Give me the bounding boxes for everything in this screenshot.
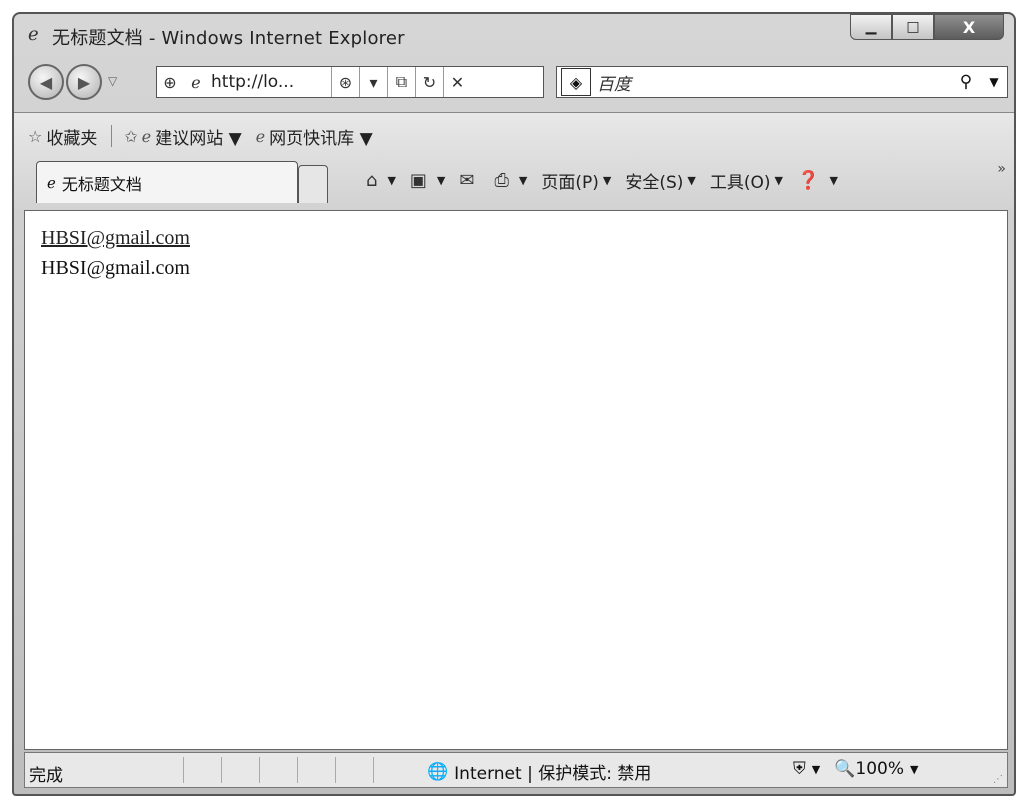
status-divider	[183, 757, 184, 783]
maximize-button[interactable]: □	[892, 14, 934, 40]
close-button[interactable]: X	[934, 14, 1004, 40]
forward-arrow-icon: ▶	[77, 72, 91, 92]
refresh-icon[interactable]: ↻	[415, 67, 443, 97]
status-divider	[297, 757, 298, 783]
status-divider	[259, 757, 260, 783]
status-bar: 完成 🌐 Internet | 保护模式: 禁用 ⛨ ▼ 🔍 100% ▼ ⋰	[24, 752, 1008, 788]
forward-button[interactable]: ▶	[66, 64, 102, 100]
tools-menu-label: 工具(O)	[709, 172, 771, 193]
email-link[interactable]: HBSI@gmail.com	[41, 227, 190, 250]
favorites-bar: ☆ 收藏夹 ✩ ℯ 建议网站 ▼ ℯ 网页快讯库 ▼	[28, 123, 387, 149]
search-input[interactable]: 百度	[597, 70, 951, 95]
title-bar: ℯ 无标题文档 - Windows Internet Explorer ▁ □ …	[14, 14, 1014, 58]
divider	[111, 125, 113, 147]
stop-icon[interactable]: ✕	[443, 67, 471, 97]
protected-mode-button[interactable]: ⛨ ▼	[793, 759, 820, 779]
suggested-sites-button[interactable]: ℯ 建议网站 ▼	[142, 124, 242, 149]
rss-icon: ▣	[409, 169, 427, 191]
chevron-down-icon: ▼	[602, 173, 612, 187]
page-content: HBSI@gmail.com HBSI@gmail.com	[24, 210, 1008, 750]
read-mail-button[interactable]: ✉	[459, 170, 480, 191]
globe-icon: 🌐	[427, 761, 449, 782]
ie-icon: ℯ	[47, 173, 56, 192]
zone-label: Internet | 保护模式: 禁用	[454, 764, 652, 784]
ie-page-icon: ℯ	[191, 72, 201, 92]
status-divider	[335, 757, 336, 783]
chevron-down-icon: ▼	[910, 762, 919, 776]
favorites-label: 收藏夹	[46, 128, 98, 149]
status-divider	[373, 757, 374, 783]
web-slice-gallery-button[interactable]: ℯ 网页快讯库 ▼	[256, 124, 373, 149]
chevron-down-icon: ▼	[811, 762, 821, 776]
print-button[interactable]: ⎙ ▼	[494, 170, 527, 191]
safety-menu-label: 安全(S)	[625, 172, 684, 193]
home-icon: ⌂	[366, 169, 378, 191]
home-button[interactable]: ⌂ ▼	[366, 170, 396, 191]
security-zone[interactable]: 🌐 Internet | 保护模式: 禁用	[427, 759, 652, 785]
favorites-button[interactable]: ☆ 收藏夹	[28, 124, 97, 149]
shield-icon: ⛨	[793, 759, 806, 779]
chevron-down-icon: ▼	[774, 173, 784, 187]
help-icon: ❓	[797, 169, 820, 191]
help-menu[interactable]: ❓ ▼	[797, 170, 838, 191]
command-bar: ⌂ ▼ ▣ ▼ ✉ ⎙ ▼ 页面(P) ▼ 安全(S) ▼ 工具(O) ▼ ❓ ▼	[366, 165, 852, 195]
tab-title: 无标题文档	[61, 174, 142, 194]
ie-icon: ℯ	[28, 24, 39, 45]
chevron-down-icon: ▼	[829, 173, 838, 187]
suggested-sites-label: 建议网站 ▼	[155, 128, 242, 149]
maximize-icon: □	[906, 19, 920, 35]
back-arrow-icon: ◀	[39, 72, 53, 92]
minimize-icon: ▁	[865, 19, 877, 35]
window-controls: ▁ □ X	[850, 14, 1004, 42]
new-tab-button[interactable]	[298, 165, 328, 203]
chevron-down-icon[interactable]: ▼	[519, 174, 527, 187]
address-input[interactable]: http://lo...	[209, 72, 331, 92]
chevron-down-icon: ▼	[687, 173, 696, 187]
resize-grip-icon[interactable]: ⋰	[993, 774, 1003, 785]
email-text: HBSI@gmail.com	[41, 257, 190, 279]
baidu-logo-icon: ◈	[561, 68, 591, 96]
star-icon: ☆	[28, 126, 43, 146]
add-favorite-icon[interactable]: ⊕	[157, 73, 183, 92]
address-bar[interactable]: ⊕ ℯ http://lo... ⊛ ▾ ⧉ ↻ ✕	[156, 66, 544, 98]
zoom-level: 100%	[855, 759, 904, 779]
tab-row: ℯ 无标题文档 ⌂ ▼ ▣ ▼ ✉ ⎙ ▼ 页面(P) ▼ 安全(S) ▼ 工具(O) ▼ …	[14, 161, 1014, 207]
feeds-button[interactable]: ▣ ▼	[410, 170, 445, 191]
page-menu[interactable]: 页面(P) ▼	[541, 168, 611, 193]
safety-menu[interactable]: 安全(S) ▼	[625, 168, 696, 193]
search-dropdown-icon[interactable]: ▼	[981, 75, 1007, 89]
mail-icon: ✉	[459, 169, 475, 191]
ie-icon: ℯ	[141, 126, 152, 146]
search-box[interactable]: ◈ 百度 ⚲ ▼	[556, 66, 1008, 98]
ie-icon: ℯ	[255, 126, 266, 146]
page-menu-label: 页面(P)	[541, 172, 599, 193]
tools-menu[interactable]: 工具(O) ▼	[710, 168, 783, 193]
navigation-bar: ◀ ▶ ▽ ⊕ ℯ http://lo... ⊛ ▾ ⧉ ↻ ✕ ◈ 百度 ⚲ …	[14, 60, 1014, 108]
minimize-button[interactable]: ▁	[850, 14, 892, 40]
back-button[interactable]: ◀	[28, 64, 64, 100]
zoom-button[interactable]: 🔍 100% ▼	[834, 759, 918, 779]
status-controls: ⛨ ▼ 🔍 100% ▼	[793, 759, 932, 779]
browser-window: ℯ 无标题文档 - Windows Internet Explorer ▁ □ …	[12, 12, 1016, 796]
compatibility-icon[interactable]: ⊛	[331, 67, 359, 97]
status-text: 完成	[29, 766, 63, 786]
printer-icon: ⎙	[494, 169, 509, 191]
search-icon[interactable]: ⚲	[951, 72, 981, 92]
tab-current[interactable]: ℯ 无标题文档	[36, 161, 298, 203]
zoom-icon: 🔍	[834, 759, 856, 779]
web-slice-gallery-label: 网页快讯库 ▼	[269, 128, 373, 149]
chevron-down-icon[interactable]: ▼	[437, 174, 445, 187]
window-title: 无标题文档 - Windows Internet Explorer	[52, 28, 405, 49]
command-area: ☆ 收藏夹 ✩ ℯ 建议网站 ▼ ℯ 网页快讯库 ▼ ℯ 无标题文档 ⌂ ▼ ▣ ▼	[14, 112, 1014, 209]
chevron-down-icon[interactable]: ▼	[387, 174, 395, 187]
close-icon: X	[962, 17, 976, 37]
recent-pages-dropdown[interactable]: ▽	[108, 74, 117, 88]
address-dropdown-icon[interactable]: ▾	[359, 67, 387, 97]
status-divider	[221, 757, 222, 783]
broken-page-icon[interactable]: ⧉	[387, 67, 415, 97]
more-commands-icon[interactable]: »	[997, 161, 1006, 177]
add-to-favorites-icon[interactable]: ✩	[124, 127, 137, 146]
